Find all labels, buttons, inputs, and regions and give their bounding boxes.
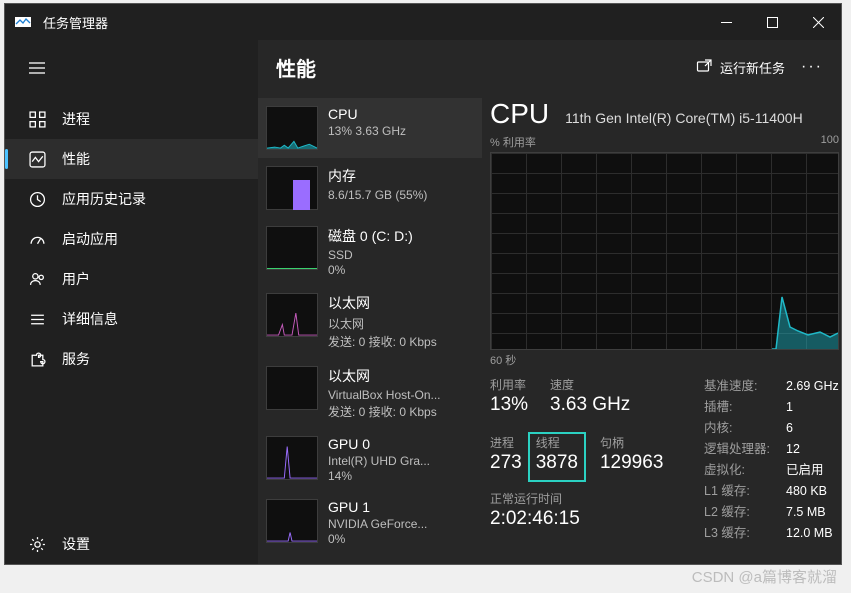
sidebar-label: 详细信息: [62, 309, 118, 329]
window-title: 任务管理器: [43, 13, 703, 32]
resource-list: CPU13% 3.63 GHz 内存8.6/15.7 GB (55%) 磁盘 0…: [258, 94, 482, 564]
list-item-gpu0[interactable]: GPU 0Intel(R) UHD Gra...14%: [258, 428, 482, 491]
sidebar-label: 设置: [62, 534, 90, 554]
list-item-gpu1[interactable]: GPU 1NVIDIA GeForce...0%: [258, 491, 482, 554]
list-icon: [29, 311, 46, 328]
sidebar-label: 性能: [62, 149, 90, 169]
stat-processes: 273: [490, 452, 522, 474]
sidebar-item-users[interactable]: 用户: [5, 259, 258, 299]
watermark: CSDN @a篇博客就溜: [692, 566, 837, 587]
maximize-button[interactable]: [749, 4, 795, 40]
detail-panel: CPU 11th Gen Intel(R) Core(TM) i5-11400H…: [482, 94, 841, 564]
sidebar-item-services[interactable]: 服务: [5, 339, 258, 379]
launch-icon: [696, 59, 712, 75]
puzzle-icon: [29, 351, 46, 368]
sidebar-item-performance[interactable]: 性能: [5, 139, 258, 179]
stat-uptime: 2:02:46:15: [490, 508, 682, 530]
disk-thumb: [266, 226, 318, 270]
sidebar-label: 进程: [62, 109, 90, 129]
list-item-memory[interactable]: 内存8.6/15.7 GB (55%): [258, 158, 482, 218]
net-thumb: [266, 366, 318, 410]
list-item-disk0[interactable]: 磁盘 0 (C: D:)SSD0%: [258, 218, 482, 285]
cpu-model: 11th Gen Intel(R) Core(TM) i5-11400H: [565, 110, 803, 126]
graph-xlabel: 60 秒: [490, 352, 839, 368]
sidebar-item-details[interactable]: 详细信息: [5, 299, 258, 339]
gpu-thumb: [266, 499, 318, 543]
sidebar-item-processes[interactable]: 进程: [5, 99, 258, 139]
cpu-specs: 基准速度:2.69 GHz 插槽:1 内核:6 逻辑处理器:12 虚拟化:已启用…: [704, 376, 841, 544]
history-icon: [29, 191, 46, 208]
page-header: 性能 运行新任务 ···: [258, 40, 841, 94]
stat-threads: 3878: [536, 452, 578, 474]
app-icon: [15, 14, 31, 30]
titlebar[interactable]: 任务管理器: [5, 4, 841, 40]
gear-icon: [29, 536, 46, 553]
page-title: 性能: [276, 53, 696, 82]
stat-utilization: 13%: [490, 394, 528, 416]
detail-title: CPU: [490, 98, 549, 130]
sidebar-label: 应用历史记录: [62, 189, 146, 209]
gpu-thumb: [266, 436, 318, 480]
net-thumb: [266, 293, 318, 337]
close-button[interactable]: [795, 4, 841, 40]
hamburger-button[interactable]: [5, 54, 258, 99]
sidebar-item-startup[interactable]: 启动应用: [5, 219, 258, 259]
graph-ylabel: % 利用率: [490, 134, 536, 150]
sidebar: 进程 性能 应用历史记录 启动应用 用户 详细信息 服务 设置: [5, 40, 258, 564]
sidebar-label: 启动应用: [62, 229, 118, 249]
users-icon: [29, 271, 46, 288]
main: 性能 运行新任务 ··· CPU13% 3.63 GHz 内存8.6/15.7 …: [258, 40, 841, 564]
gauge-icon: [29, 231, 46, 248]
memory-thumb: [266, 166, 318, 210]
sidebar-item-history[interactable]: 应用历史记录: [5, 179, 258, 219]
more-button[interactable]: ···: [801, 58, 823, 76]
grid-icon: [29, 111, 46, 128]
list-item-ethernet1[interactable]: 以太网VirtualBox Host-On...发送: 0 接收: 0 Kbps: [258, 358, 482, 428]
graph-ymax: 100: [821, 134, 839, 150]
list-item-cpu[interactable]: CPU13% 3.63 GHz: [258, 98, 482, 158]
task-manager-window: 任务管理器 进程 性能 应用历史记录 启动应用 用户 详细信息 服务 设置 性能: [4, 3, 842, 565]
stat-handles: 129963: [600, 452, 663, 474]
run-new-task-button[interactable]: 运行新任务: [696, 58, 785, 77]
sidebar-label: 用户: [62, 269, 90, 289]
minimize-button[interactable]: [703, 4, 749, 40]
pulse-icon: [29, 151, 46, 168]
cpu-thumb: [266, 106, 318, 150]
threads-highlight: 线程3878: [528, 432, 586, 482]
list-item-ethernet0[interactable]: 以太网以太网发送: 0 接收: 0 Kbps: [258, 285, 482, 358]
cpu-graph[interactable]: [490, 152, 839, 350]
stat-speed: 3.63 GHz: [550, 394, 630, 416]
sidebar-label: 服务: [62, 349, 90, 369]
sidebar-item-settings[interactable]: 设置: [5, 524, 258, 564]
